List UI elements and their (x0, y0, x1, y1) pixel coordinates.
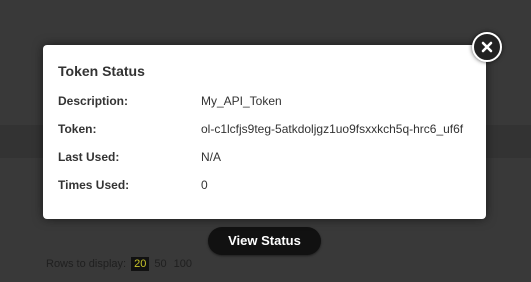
token-value: ol-c1lcfjs9teg-5atkdoljgz1uo9fsxxkch5q-h… (201, 122, 464, 136)
times-used-value: 0 (201, 178, 208, 192)
close-button[interactable] (472, 32, 502, 62)
token-label: Token: (58, 122, 97, 136)
token-status-modal: Token Status Description: My_API_Token T… (43, 45, 486, 219)
last-used-value: N/A (201, 150, 222, 164)
rows-option-100[interactable]: 100 (174, 258, 192, 270)
rows-to-display: Rows to display: 20 50 100 (46, 257, 199, 271)
rows-option-50[interactable]: 50 (154, 258, 166, 270)
description-value: My_API_Token (201, 94, 282, 108)
rows-to-display-label: Rows to display: (46, 258, 127, 270)
last-used-label: Last Used: (58, 150, 120, 164)
modal-title: Token Status (58, 63, 145, 79)
close-icon (481, 41, 493, 53)
times-used-label: Times Used: (58, 178, 130, 192)
view-status-button[interactable]: View Status (208, 227, 321, 255)
rows-option-20[interactable]: 20 (131, 257, 150, 271)
description-label: Description: (58, 94, 129, 108)
